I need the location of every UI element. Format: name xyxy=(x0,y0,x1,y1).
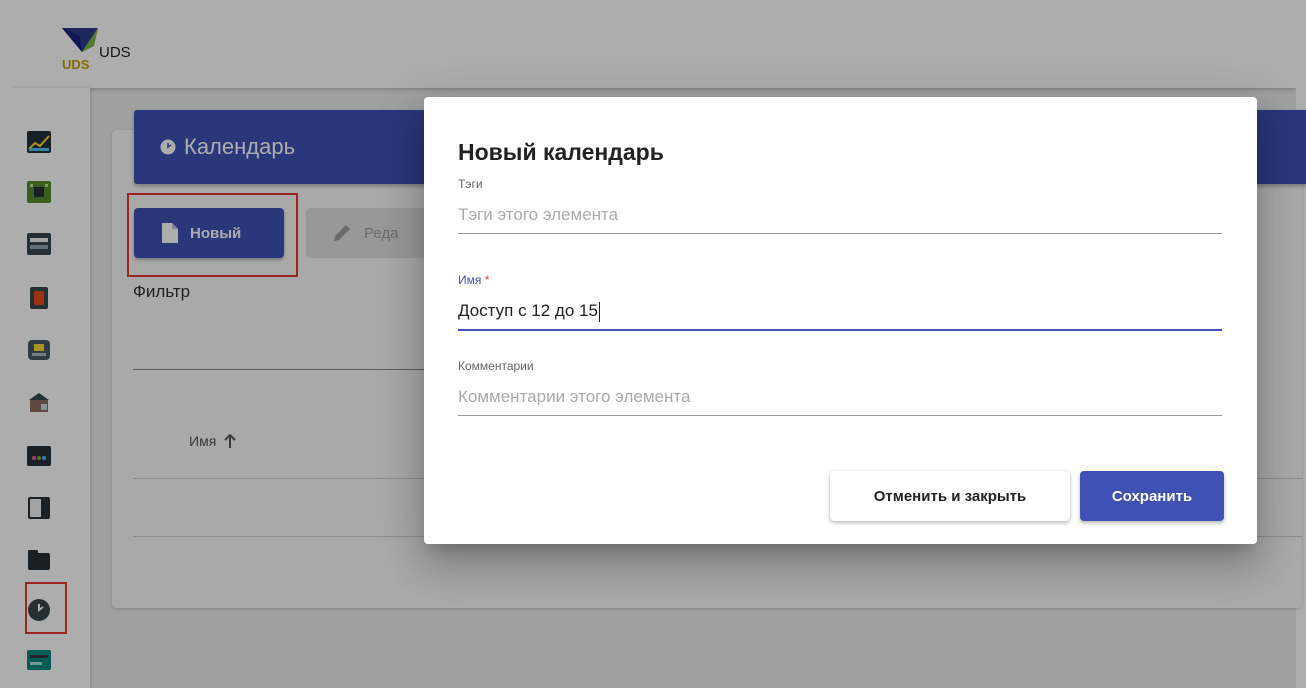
new-calendar-dialog: Новый календарь Тэги Тэги этого элемента… xyxy=(424,97,1257,544)
text-caret xyxy=(598,301,600,322)
comments-field[interactable]: Комментарии Комментарии этого элемента xyxy=(458,359,1222,416)
comments-label: Комментарии xyxy=(458,359,534,373)
comments-input[interactable]: Комментарии этого элемента xyxy=(458,387,1222,409)
tags-input[interactable]: Тэги этого элемента xyxy=(458,205,1222,227)
name-input[interactable]: Доступ с 12 до 15 xyxy=(458,301,1222,323)
name-underline xyxy=(458,329,1222,331)
name-label-text: Имя xyxy=(458,273,482,287)
dialog-title: Новый календарь xyxy=(458,139,664,165)
name-label: Имя * xyxy=(458,273,1222,287)
required-mark: * xyxy=(484,273,490,287)
comments-underline xyxy=(458,415,1222,416)
name-field[interactable]: Имя * Доступ с 12 до 15 xyxy=(458,273,1222,331)
name-input-value: Доступ с 12 до 15 xyxy=(458,301,598,320)
tags-label: Тэги xyxy=(458,177,483,191)
cancel-button[interactable]: Отменить и закрыть xyxy=(830,471,1070,521)
tags-underline xyxy=(458,233,1222,234)
save-button[interactable]: Сохранить xyxy=(1080,471,1224,521)
tags-field[interactable]: Тэги Тэги этого элемента xyxy=(458,177,1222,234)
